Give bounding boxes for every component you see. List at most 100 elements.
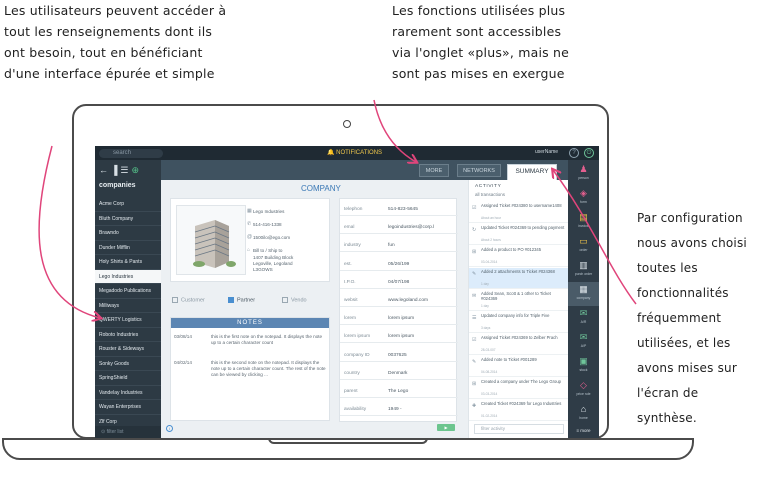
tab-summary[interactable]: SUMMARY bbox=[507, 164, 557, 180]
detail-value[interactable]: 0037625 bbox=[388, 349, 407, 362]
username-label[interactable]: userName bbox=[535, 149, 558, 155]
activity-type-icon: ⊞ bbox=[472, 249, 477, 255]
activity-item[interactable]: ✎ Added note to Ticket #001289 04-08-2014 bbox=[469, 356, 569, 377]
laptop-notch bbox=[268, 438, 428, 444]
help-icon[interactable]: ? bbox=[569, 148, 579, 158]
company-list: Acme Corp Bluth Company Brawndo Dunder Miff… bbox=[95, 197, 161, 429]
activity-item[interactable]: ✉ Added Sean, Scott & 1 other to Ticket #… bbox=[469, 290, 569, 311]
right-nav-item-company[interactable]: ▦ company bbox=[568, 282, 599, 306]
sidebar-company-item[interactable]: Lego Industries bbox=[95, 269, 161, 284]
checkbox-box bbox=[282, 297, 288, 303]
company-name: Lego Industries bbox=[253, 209, 285, 214]
checkbox-box bbox=[172, 297, 178, 303]
sidebar-company-item[interactable]: Brawndo bbox=[95, 226, 161, 241]
activity-item[interactable]: ↻ Updated Ticket #024369 to pending payme… bbox=[469, 224, 569, 245]
sidebar-company-item[interactable]: Milliways bbox=[95, 299, 161, 313]
customer-label: Customer bbox=[181, 297, 205, 304]
company-icon: ▦ bbox=[247, 208, 252, 214]
detail-value[interactable]: legoindustries@corp.l bbox=[388, 221, 434, 234]
activity-item[interactable]: ✎ Added 2 attachments to Ticket #024368 1 … bbox=[469, 268, 569, 289]
right-nav-item-stock[interactable]: ▣ stock bbox=[568, 354, 599, 378]
detail-value[interactable]: 514-823-5645 bbox=[388, 203, 418, 216]
sidebar-company-item[interactable]: Megadodo Publications bbox=[95, 284, 161, 299]
sidebar-company-item[interactable]: SpringShield bbox=[95, 371, 161, 386]
tab-networks[interactable]: NETWORKS bbox=[457, 164, 501, 177]
right-nav-item-person[interactable]: ♟ person bbox=[568, 162, 599, 186]
detail-row: websit www.legoland.com bbox=[340, 294, 458, 307]
right-nav-label: person bbox=[578, 176, 589, 180]
customer-checkbox[interactable]: Customer bbox=[172, 297, 205, 303]
sidebar-company-item[interactable]: Vandelay Industries bbox=[95, 386, 161, 400]
activity-item[interactable]: ⊞ Added a product to PO #012345 03-04-2014 bbox=[469, 246, 569, 267]
sidebar-company-item[interactable]: Wayan Enterprises bbox=[95, 400, 161, 415]
detail-value[interactable]: 1949 - bbox=[388, 403, 402, 416]
activity-item[interactable]: ✚ Created Ticket #024369 for Lego Industr… bbox=[469, 400, 569, 421]
detail-value[interactable]: 05/26/199 bbox=[388, 258, 409, 271]
info-icon[interactable]: i bbox=[166, 425, 173, 432]
right-nav-item-invoice[interactable]: ▤ invoice bbox=[568, 210, 599, 234]
tab-more[interactable]: MORE bbox=[419, 164, 449, 177]
detail-row: telephon 514-823-5645 bbox=[340, 203, 458, 216]
chart-icon[interactable]: ▐ bbox=[111, 165, 120, 175]
right-nav-item-form[interactable]: ◈ form bbox=[568, 186, 599, 210]
search-input[interactable]: search bbox=[99, 149, 163, 158]
detail-value[interactable]: www.legoland.com bbox=[388, 294, 428, 307]
detail-value[interactable]: fun bbox=[388, 239, 395, 252]
bill-to-link[interactable]: Bill to bbox=[253, 248, 264, 253]
filter-list-input[interactable]: ⊙ filter list bbox=[95, 426, 161, 438]
detail-label: company ID bbox=[344, 352, 370, 358]
power-icon[interactable]: ⏻ bbox=[584, 148, 594, 158]
activity-item[interactable]: ☰ Updated company info for Triple Five 3 d… bbox=[469, 312, 569, 333]
right-nav-label: home bbox=[579, 416, 588, 420]
right-nav-item-home[interactable]: ⌂ home bbox=[568, 402, 599, 426]
back-icon[interactable]: ← bbox=[99, 165, 111, 175]
sidebar-company-item[interactable]: Dunder Mifflin bbox=[95, 241, 161, 255]
detail-row: industry fun bbox=[340, 239, 458, 253]
add-icon[interactable]: ⊕ bbox=[131, 165, 142, 175]
activity-item[interactable]: ☑ Assigned Ticket #024369 to Zelber Prach… bbox=[469, 334, 569, 355]
notifications-button[interactable]: 🔔 NOTIFICATIONS bbox=[327, 149, 382, 156]
tag-icon: ◈ bbox=[580, 188, 587, 198]
right-nav-item-price-rule[interactable]: ◇ price rule bbox=[568, 378, 599, 402]
right-nav-label: invoice bbox=[578, 224, 589, 228]
detail-value[interactable]: 04/07/198 bbox=[388, 276, 409, 289]
sidebar-company-item[interactable]: Roboto Industries bbox=[95, 328, 161, 342]
sidebar-company-item[interactable]: Holy Shirts & Pants bbox=[95, 255, 161, 270]
detail-value[interactable]: Denmark bbox=[388, 367, 407, 380]
activity-title-text: Updated company info for Triple Five bbox=[481, 313, 550, 318]
more-link[interactable]: ≡ more bbox=[568, 428, 599, 433]
right-nav-item-a-p[interactable]: ✉ A/P bbox=[568, 330, 599, 354]
vendor-checkbox[interactable]: Vendo bbox=[282, 297, 307, 303]
sidebar-company-item[interactable]: Acme Corp bbox=[95, 197, 161, 212]
right-nav-label: price rule bbox=[576, 392, 591, 396]
activity-type-icon: ☑ bbox=[472, 205, 477, 211]
company-details-table: telephon 514-823-5645 emal legoindustries@c… bbox=[339, 198, 458, 422]
purchase-order-icon: ▥ bbox=[579, 260, 588, 270]
sidebar-company-item[interactable]: Bluth Company bbox=[95, 212, 161, 226]
right-nav-item-order[interactable]: ▭ order bbox=[568, 234, 599, 258]
activity-title-text: Created a company under The Lego Group bbox=[481, 379, 562, 384]
sidebar-company-item[interactable]: QWERTY Logistics bbox=[95, 313, 161, 328]
right-nav-item-purch-order[interactable]: ▥ purch order bbox=[568, 258, 599, 282]
detail-value[interactable]: lorem ipsum bbox=[388, 312, 414, 325]
right-nav-item-a-r[interactable]: ✉ A/R bbox=[568, 306, 599, 330]
activity-title-text: Assigned Ticket #024380 to username1408 bbox=[481, 203, 562, 208]
next-button[interactable]: ▶ bbox=[437, 424, 455, 431]
sidebar-company-item[interactable]: Sonky Goods bbox=[95, 357, 161, 371]
right-nav-label: A/R bbox=[580, 320, 587, 324]
detail-label: parent bbox=[344, 389, 358, 394]
sidebar-company-item[interactable]: Rouster & Sideways bbox=[95, 342, 161, 357]
company-email[interactable]: 1500ilo@ego.com bbox=[253, 235, 290, 241]
company-profile-card: ▦ Lego Industries ✆ 514-416-1338 @ 1500i… bbox=[170, 198, 330, 282]
filter-activity-input[interactable]: filter activity bbox=[474, 424, 564, 434]
activity-time: About an hour bbox=[481, 216, 502, 220]
activity-item[interactable]: ⊞ Created a company under The Lego Group 0… bbox=[469, 378, 569, 399]
partner-checkbox[interactable]: Partner bbox=[228, 297, 255, 303]
activity-filter-select[interactable]: all transactions bbox=[475, 192, 505, 197]
activity-item[interactable]: ☑ Assigned Ticket #024380 to username1408… bbox=[469, 202, 569, 223]
detail-value[interactable]: lorem ipsum bbox=[388, 330, 414, 343]
callout-right: Par configuration nous avons choisi tout… bbox=[637, 211, 747, 425]
list-icon[interactable]: ☰ bbox=[120, 165, 131, 175]
ship-to-link[interactable]: Ship to bbox=[268, 248, 282, 253]
detail-value[interactable]: The Lego bbox=[388, 385, 408, 398]
